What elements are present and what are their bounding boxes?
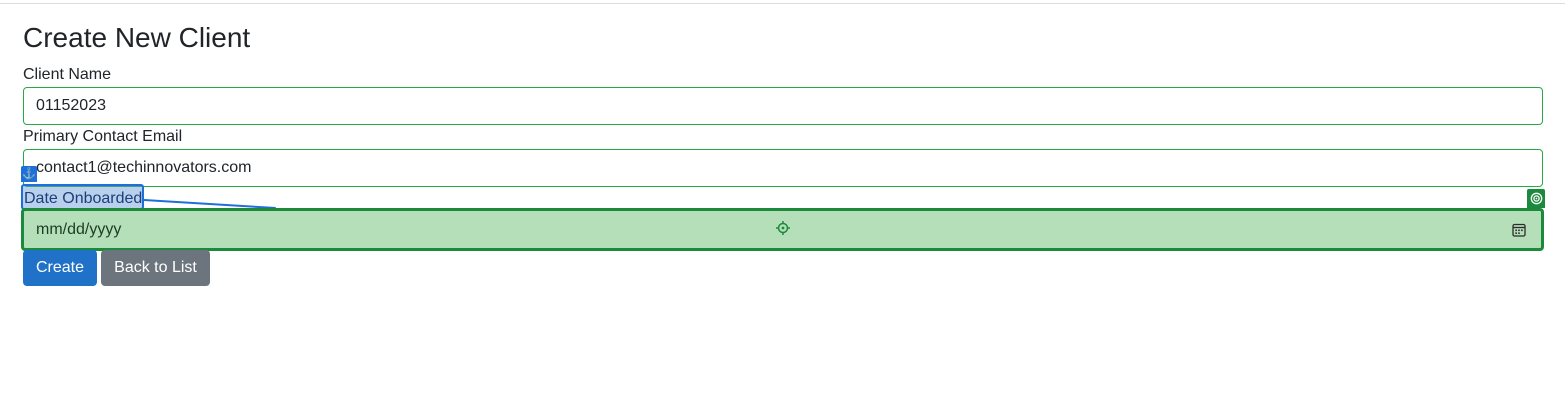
anchor-icon: ⚓ bbox=[21, 166, 37, 182]
calendar-icon[interactable] bbox=[1511, 222, 1527, 238]
date-onboarded-label: Date Onboarded bbox=[21, 184, 144, 210]
client-name-input[interactable]: 01152023 bbox=[23, 87, 1543, 125]
back-to-list-button[interactable]: Back to List bbox=[101, 250, 210, 286]
primary-contact-email-input[interactable]: contact1@techinnovators.com bbox=[23, 149, 1543, 187]
create-button[interactable]: Create bbox=[23, 250, 97, 286]
primary-contact-email-label: Primary Contact Email bbox=[23, 128, 183, 145]
client-name-label: Client Name bbox=[23, 66, 112, 83]
primary-contact-email-value: contact1@techinnovators.com bbox=[36, 159, 252, 176]
top-divider bbox=[0, 3, 1565, 4]
date-onboarded-placeholder: mm/dd/yyyy bbox=[36, 220, 122, 238]
page-title: Create New Client bbox=[23, 22, 251, 53]
client-name-value: 01152023 bbox=[36, 97, 106, 114]
crosshair-icon bbox=[776, 221, 790, 235]
target-icon bbox=[1527, 189, 1545, 208]
